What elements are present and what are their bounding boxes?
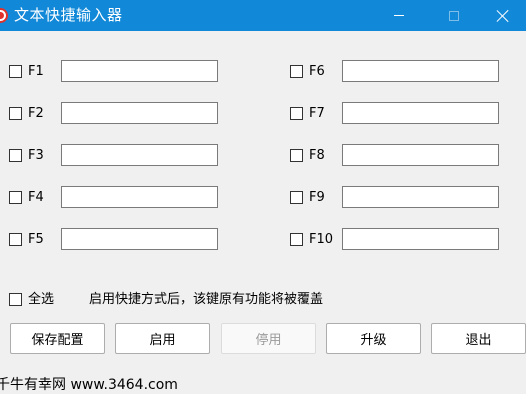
f7-text-input[interactable] (342, 102, 499, 124)
f9-label: F9 (309, 190, 325, 205)
maximize-icon (449, 10, 459, 21)
f5-text-input[interactable] (61, 228, 218, 250)
f9-checkbox[interactable] (290, 191, 303, 204)
f1-text-input[interactable] (61, 60, 218, 82)
hotkey-row-f10: F10 (290, 228, 500, 252)
window-title: 文本快捷输入器 (14, 6, 123, 24)
hotkey-row-f3: F3 (9, 144, 219, 168)
f7-label: F7 (309, 106, 325, 121)
close-button[interactable] (480, 0, 526, 31)
maximize-button (431, 0, 477, 31)
f3-text-input[interactable] (61, 144, 218, 166)
enable-button[interactable]: 启用 (115, 323, 210, 354)
hotkey-row-f5: F5 (9, 228, 219, 252)
f10-text-input[interactable] (342, 228, 499, 250)
f6-label: F6 (309, 64, 325, 79)
f3-checkbox[interactable] (9, 149, 22, 162)
f8-checkbox[interactable] (290, 149, 303, 162)
hotkey-row-f7: F7 (290, 102, 500, 126)
close-icon (496, 9, 510, 23)
f5-label: F5 (28, 232, 44, 247)
f6-checkbox[interactable] (290, 65, 303, 78)
disable-button: 停用 (221, 323, 316, 354)
override-hint-text: 启用快捷方式后，该键原有功能将被覆盖 (89, 292, 324, 307)
f10-label: F10 (309, 232, 334, 247)
hotkey-row-f1: F1 (9, 60, 219, 84)
hotkey-row-f8: F8 (290, 144, 500, 168)
minimize-icon (394, 15, 404, 16)
hotkey-row-f4: F4 (9, 186, 219, 210)
upgrade-button[interactable]: 升级 (326, 323, 421, 354)
f2-label: F2 (28, 106, 44, 121)
watermark-text: 千牛有幸网 www.3464.com (0, 377, 178, 393)
select-all-label: 全选 (28, 292, 55, 307)
hotkey-row-f6: F6 (290, 60, 500, 84)
select-all-checkbox[interactable]: 全选 (9, 291, 69, 311)
f1-label: F1 (28, 64, 44, 79)
select-all-box[interactable] (9, 293, 22, 306)
app-logo-icon (0, 8, 8, 23)
f4-checkbox[interactable] (9, 191, 22, 204)
f1-checkbox[interactable] (9, 65, 22, 78)
hotkey-row-f9: F9 (290, 186, 500, 210)
f4-label: F4 (28, 190, 44, 205)
f8-label: F8 (309, 148, 325, 163)
f4-text-input[interactable] (61, 186, 218, 208)
f3-label: F3 (28, 148, 44, 163)
save-config-button[interactable]: 保存配置 (10, 323, 105, 354)
f9-text-input[interactable] (342, 186, 499, 208)
minimize-button[interactable] (376, 0, 422, 31)
title-bar: 文本快捷输入器 (0, 0, 526, 31)
exit-button[interactable]: 退出 (431, 323, 526, 354)
f5-checkbox[interactable] (9, 233, 22, 246)
hotkey-row-f2: F2 (9, 102, 219, 126)
f2-checkbox[interactable] (9, 107, 22, 120)
f8-text-input[interactable] (342, 144, 499, 166)
f6-text-input[interactable] (342, 60, 499, 82)
f7-checkbox[interactable] (290, 107, 303, 120)
f2-text-input[interactable] (61, 102, 218, 124)
f10-checkbox[interactable] (290, 233, 303, 246)
